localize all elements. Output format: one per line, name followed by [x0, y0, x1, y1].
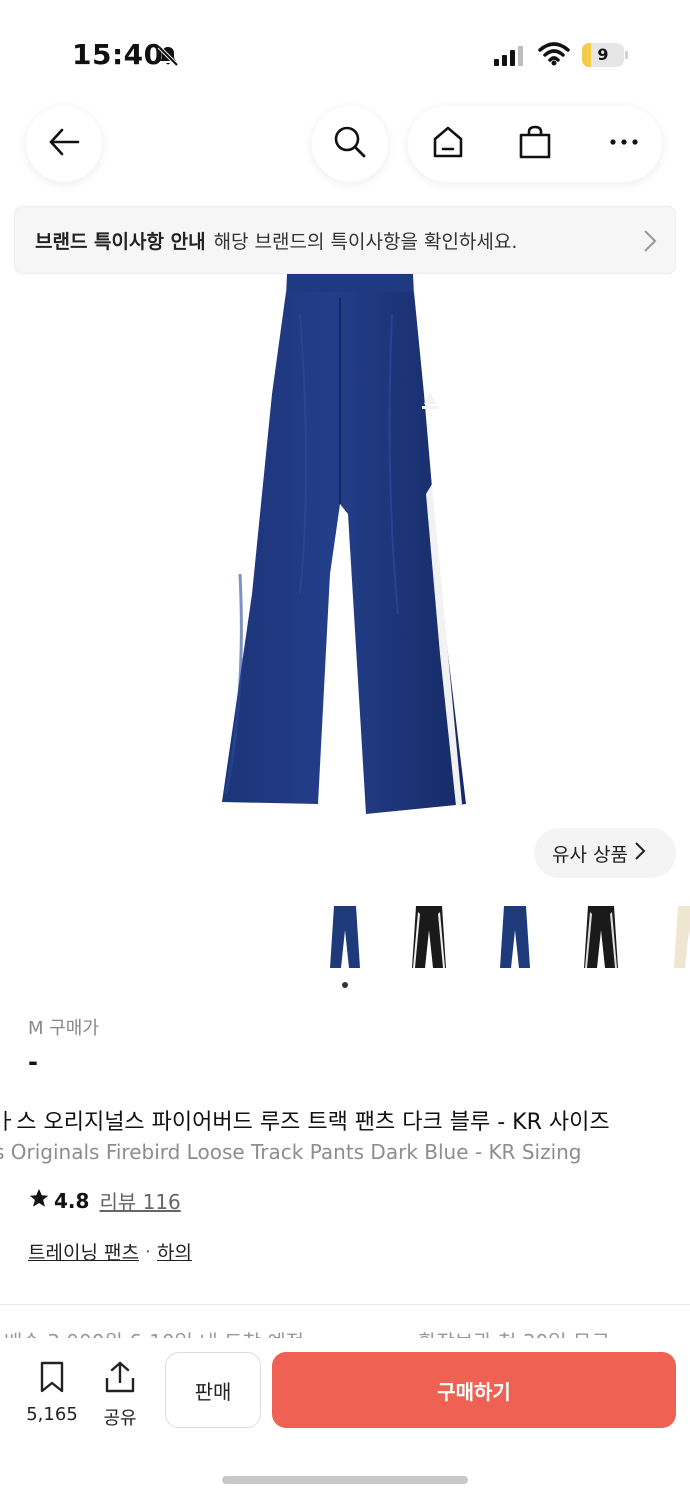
brand-notice-banner[interactable]: 브랜드 특이사항 안내 해당 브랜드의 특이사항을 확인하세요. — [14, 206, 676, 274]
star-icon — [28, 1187, 50, 1214]
battery-icon: 9 — [582, 43, 628, 67]
thumbnail-5[interactable] — [660, 902, 690, 974]
thumbnail-4[interactable] — [572, 902, 632, 974]
home-icon — [430, 124, 466, 164]
nav-actions-group — [408, 106, 662, 182]
rating-score: 4.8 — [54, 1188, 90, 1213]
shopping-bag-icon — [517, 124, 553, 164]
product-main-image[interactable] — [0, 274, 690, 834]
review-link[interactable]: 리뷰 116 — [99, 1186, 180, 1215]
thumbnail-1[interactable] — [316, 902, 376, 974]
thumbnail-3[interactable] — [486, 902, 546, 974]
thumbnail-2[interactable] — [400, 902, 460, 974]
rating-row: 4.8 리뷰 116 — [28, 1186, 181, 1215]
product-title-english: s Originals Firebird Loose Track Pants D… — [0, 1140, 690, 1164]
bookmark-count: 5,165 — [26, 1404, 78, 1425]
battery-level: 9 — [597, 45, 609, 64]
product-title-korean-text: ㅏ스 오리지널스 파이어버드 루즈 트랙 팬츠 다크 블루 - KR 사이즈 — [0, 1110, 610, 1135]
category-link-bottoms[interactable]: 하의 — [157, 1238, 192, 1265]
bell-slash-icon — [156, 44, 180, 72]
more-button[interactable] — [586, 106, 662, 182]
share-button[interactable]: 공유 — [96, 1360, 144, 1430]
status-bar: 15:40 9 — [0, 0, 690, 100]
storage-info-text: 확장보관 첫 30일 무료 — [418, 1326, 610, 1338]
share-label: 공유 — [103, 1408, 137, 1429]
search-button[interactable] — [312, 106, 388, 182]
chevron-right-icon — [643, 229, 657, 257]
similar-products-button[interactable]: 유사 상품 — [534, 828, 676, 878]
category-separator: · — [144, 1240, 151, 1263]
bookmark-button[interactable]: 5,165 — [22, 1360, 82, 1425]
price-value: - — [28, 1048, 38, 1076]
delivery-info-strip[interactable]: 배송 3,000원 6-10일 내 도착 예정 확장보관 첫 30일 무료 — [0, 1322, 690, 1338]
signal-icon — [494, 44, 523, 66]
bookmark-icon — [35, 1361, 69, 1398]
more-icon — [606, 124, 642, 164]
home-indicator — [222, 1476, 468, 1484]
similar-products-label: 유사 상품 — [552, 843, 628, 866]
notice-text: 해당 브랜드의 특이사항을 확인하세요. — [213, 230, 518, 253]
buy-button[interactable]: 구매하기 — [272, 1352, 676, 1428]
thumbnail-strip — [0, 898, 690, 978]
size-price-label: M 구매가 — [28, 1018, 99, 1039]
notice-title: 브랜드 특이사항 안내 — [35, 230, 206, 253]
category-breadcrumb: 트레이닝 팬츠 · 하의 — [28, 1238, 192, 1265]
cart-button[interactable] — [497, 106, 573, 182]
gallery-page-indicator — [342, 982, 348, 988]
delivery-info-text: 배송 3,000원 6-10일 내 도착 예정 — [4, 1326, 304, 1338]
divider — [0, 1304, 690, 1305]
share-icon — [103, 1361, 137, 1398]
product-title-korean: ㅏ스 오리지널스 파이어버드 루즈 트랙 팬츠 다크 블루 - KR 사이즈 — [0, 1104, 690, 1136]
product-title-english-text: s Originals Firebird Loose Track Pants D… — [0, 1140, 582, 1164]
wifi-icon — [538, 42, 570, 70]
chevron-right-icon — [634, 841, 646, 866]
back-button[interactable] — [26, 106, 102, 182]
sell-button[interactable]: 판매 — [165, 1352, 261, 1428]
search-icon — [332, 124, 368, 164]
home-button[interactable] — [410, 106, 486, 182]
back-arrow-icon — [46, 124, 82, 164]
category-link-training-pants[interactable]: 트레이닝 팬츠 — [28, 1238, 139, 1265]
status-time: 15:40 — [72, 38, 164, 71]
